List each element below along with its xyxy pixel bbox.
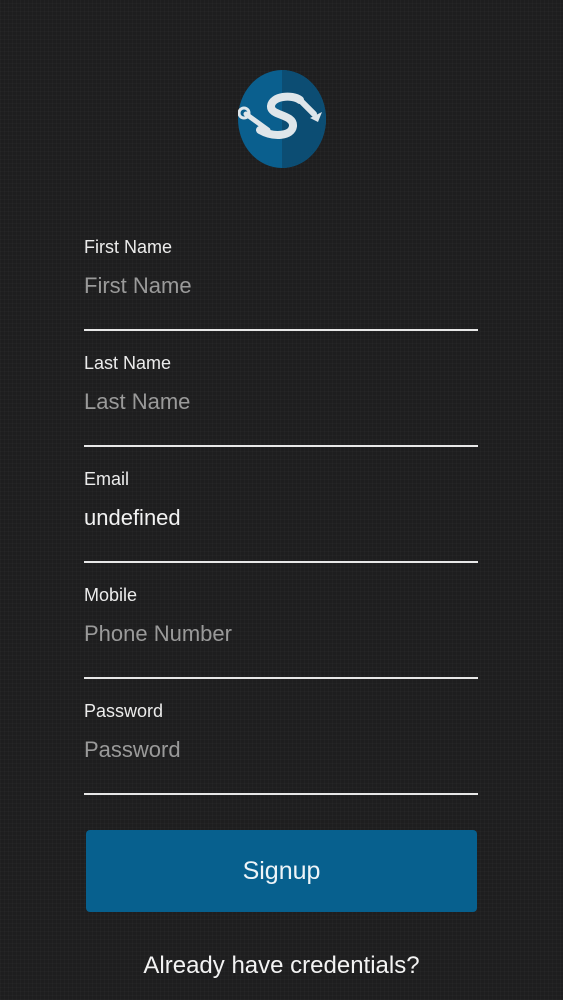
signup-button[interactable]: Signup	[86, 830, 477, 912]
email-label: Email	[84, 469, 130, 489]
wrench-s-logo-icon	[238, 70, 326, 168]
last-name-field: Last Name	[84, 352, 478, 468]
last-name-underline	[84, 445, 478, 447]
already-have-credentials-link[interactable]: Already have credentials?	[0, 950, 563, 982]
last-name-input[interactable]	[84, 384, 478, 420]
email-field: Email	[84, 468, 478, 584]
password-field: Password	[84, 700, 478, 816]
email-underline	[84, 561, 478, 563]
password-label: Password	[84, 701, 164, 721]
mobile-field: Mobile	[84, 584, 478, 700]
phone-number-input[interactable]	[84, 616, 478, 652]
first-name-field: First Name	[84, 236, 478, 352]
signup-form: First Name Last Name Email Mobile Passwo…	[84, 236, 478, 796]
first-name-underline	[84, 329, 478, 331]
signup-screen: First Name Last Name Email Mobile Passwo…	[0, 0, 563, 1000]
password-input[interactable]	[84, 732, 478, 768]
first-name-label: First Name	[84, 237, 173, 257]
last-name-label: Last Name	[84, 353, 172, 373]
mobile-underline	[84, 677, 478, 679]
first-name-input[interactable]	[84, 268, 478, 304]
email-input[interactable]	[84, 500, 478, 536]
mobile-label: Mobile	[84, 585, 138, 605]
password-underline	[84, 793, 478, 795]
